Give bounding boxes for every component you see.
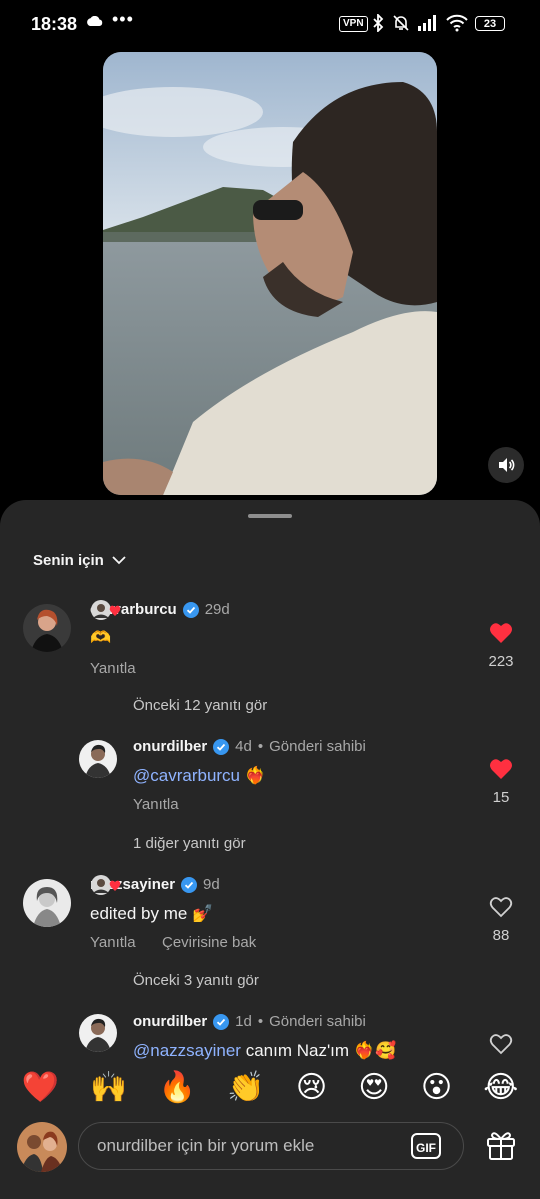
owner-dot: • bbox=[257, 1013, 264, 1030]
comment-like-button[interactable]: 88 bbox=[481, 896, 521, 944]
like-count: 223 bbox=[488, 653, 514, 670]
comment-username[interactable]: onurdilber bbox=[133, 1013, 207, 1030]
status-bar: 18:38 ••• VPN 23 bbox=[0, 0, 540, 50]
reply-button[interactable]: Yanıtla bbox=[133, 796, 179, 813]
vpn-badge: VPN bbox=[339, 16, 368, 32]
comment-header: onurdilber 4d • Gönderi sahibi bbox=[133, 738, 366, 755]
volume-icon bbox=[499, 458, 515, 472]
reply-button[interactable]: Yanıtla bbox=[90, 934, 136, 951]
verified-icon bbox=[213, 738, 230, 755]
volume-button[interactable] bbox=[488, 447, 524, 483]
comment-time: 4d bbox=[235, 738, 252, 755]
like-count: 88 bbox=[492, 927, 510, 944]
heart-icon bbox=[489, 1034, 513, 1055]
heart-icon bbox=[490, 759, 512, 779]
comment-body: ❤️‍🔥 bbox=[244, 766, 266, 785]
comment-like-button[interactable]: 223 bbox=[481, 622, 521, 670]
avatar-image bbox=[79, 1014, 117, 1052]
emoji-surprised-button[interactable]: 😮 bbox=[421, 1070, 452, 1105]
avatar-nazzsayiner[interactable] bbox=[23, 879, 71, 927]
verified-icon bbox=[213, 1013, 230, 1030]
owner-dot: • bbox=[257, 738, 264, 755]
comment-text: @nazzsayiner canım Naz'ım ❤️‍🔥🥰 bbox=[133, 1041, 396, 1061]
comment-text: edited by me 💅 bbox=[90, 904, 214, 923]
gift-icon[interactable] bbox=[484, 1128, 518, 1162]
emoji-laughing-button[interactable]: 😂 bbox=[483, 1070, 518, 1105]
comment-header: nazzsayiner 9d bbox=[90, 874, 220, 895]
mention-link[interactable]: @nazzsayiner bbox=[133, 1041, 241, 1060]
heart-icon bbox=[490, 623, 512, 643]
comment-time: 29d bbox=[204, 601, 230, 618]
creator-liked-badge bbox=[91, 599, 121, 620]
reel-video[interactable] bbox=[103, 52, 437, 495]
mute-bell-icon bbox=[393, 15, 409, 31]
comment-composer: onurdilber için bir yorum ekle GIF bbox=[0, 1114, 540, 1199]
heart-icon bbox=[489, 897, 513, 918]
avatar-onurdilber[interactable] bbox=[79, 740, 117, 778]
comment-input-placeholder: onurdilber için bir yorum ekle bbox=[97, 1136, 315, 1155]
emoji-quick-reactions: ❤️ 🙌 🔥 👏 😢 😍 😮 😂 bbox=[0, 1060, 540, 1114]
avatar-onurdilber[interactable] bbox=[79, 1014, 117, 1052]
chevron-down-icon bbox=[112, 556, 126, 565]
emoji-clap-button[interactable]: 👏 bbox=[227, 1070, 264, 1105]
emoji-heart-eyes-button[interactable]: 😍 bbox=[358, 1070, 389, 1105]
view-previous-replies[interactable]: Önceki 3 yanıtı gör bbox=[133, 972, 259, 989]
reply-button[interactable]: Yanıtla bbox=[90, 660, 136, 677]
avatar-image bbox=[79, 740, 117, 778]
avatar-cavrarburcu[interactable] bbox=[23, 604, 71, 652]
view-previous-replies[interactable]: Önceki 12 yanıtı gör bbox=[133, 697, 267, 714]
comment-username[interactable]: onurdilber bbox=[133, 738, 207, 755]
comment-time: 9d bbox=[203, 876, 220, 893]
comment-header: cavrarburcu 29d bbox=[90, 599, 230, 620]
video-frame-image bbox=[103, 52, 437, 495]
comment-body: canım Naz'ım ❤️‍🔥🥰 bbox=[240, 1041, 397, 1060]
comment-like-button[interactable]: 15 bbox=[481, 758, 521, 806]
comment-like-button[interactable] bbox=[481, 1033, 521, 1060]
verified-icon bbox=[182, 601, 199, 618]
emoji-fire-button[interactable]: 🔥 bbox=[159, 1070, 196, 1105]
emoji-raised-hands-button[interactable]: 🙌 bbox=[90, 1070, 127, 1105]
current-user-avatar bbox=[17, 1122, 67, 1172]
like-count: 15 bbox=[492, 789, 510, 806]
comment-header: onurdilber 1d • Gönderi sahibi bbox=[133, 1013, 366, 1030]
bluetooth-icon bbox=[373, 14, 384, 32]
mention-link[interactable]: @cavrarburcu bbox=[133, 766, 240, 785]
owner-label: Gönderi sahibi bbox=[269, 738, 366, 755]
sheet-drag-handle[interactable] bbox=[248, 514, 292, 518]
emoji-cry-button[interactable]: 😢 bbox=[296, 1070, 327, 1105]
gif-icon[interactable]: GIF bbox=[411, 1133, 441, 1159]
view-more-replies[interactable]: 1 diğer yanıtı gör bbox=[133, 835, 246, 852]
wifi-icon bbox=[446, 14, 468, 32]
filter-label: Senin için bbox=[33, 552, 104, 569]
owner-label: Gönderi sahibi bbox=[269, 1013, 366, 1030]
comment-text: 🫶 bbox=[90, 628, 112, 647]
cloud-icon bbox=[87, 16, 103, 26]
emoji-heart-button[interactable]: ❤️ bbox=[22, 1070, 59, 1105]
comment-time: 1d bbox=[235, 1013, 252, 1030]
status-more-dots: ••• bbox=[112, 9, 134, 29]
comments-filter-dropdown[interactable]: Senin için bbox=[33, 552, 126, 569]
status-time: 18:38 bbox=[31, 14, 78, 34]
avatar-image bbox=[23, 604, 71, 652]
see-translation-button[interactable]: Çevirisine bak bbox=[162, 934, 256, 951]
battery-icon: 23 bbox=[475, 16, 505, 31]
verified-icon bbox=[181, 876, 198, 893]
signal-icon bbox=[418, 15, 436, 31]
avatar-image bbox=[23, 879, 71, 927]
avatar-image bbox=[17, 1122, 67, 1172]
comment-text: @cavrarburcu ❤️‍🔥 bbox=[133, 766, 266, 786]
comment-input[interactable]: onurdilber için bir yorum ekle GIF bbox=[78, 1122, 464, 1170]
creator-liked-badge bbox=[91, 874, 121, 895]
